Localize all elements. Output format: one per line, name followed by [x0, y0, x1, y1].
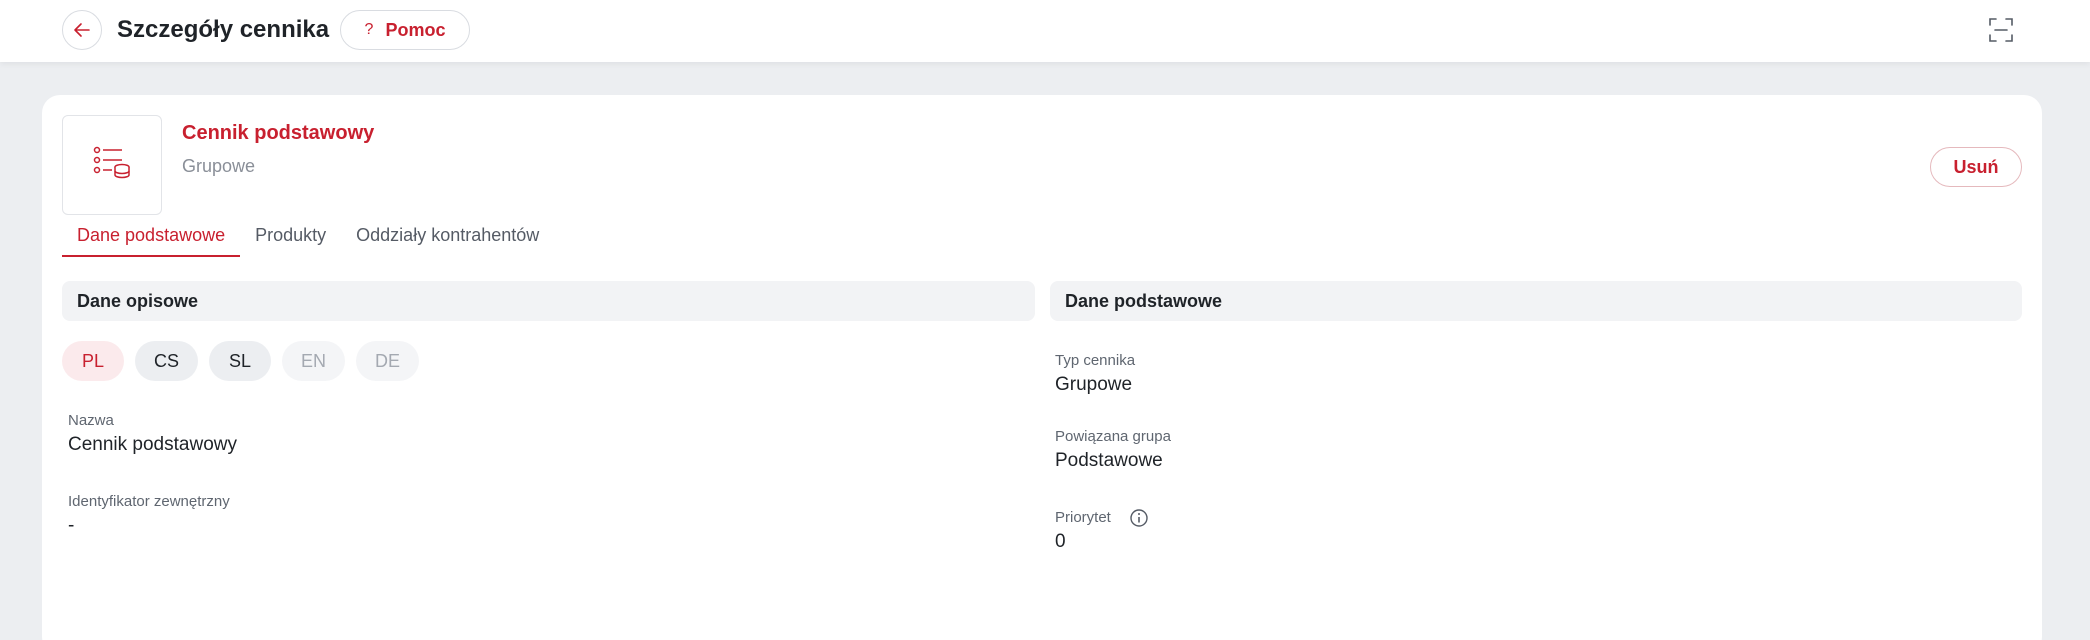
linked-group-value: Podstawowe [1055, 450, 1163, 471]
lang-de[interactable]: DE [356, 341, 419, 381]
pricelist-type-label: Typ cennika [1055, 352, 1136, 369]
priority-value: 0 [1055, 531, 1066, 552]
linked-group-label: Powiązana grupa [1055, 428, 1171, 445]
tabs: Dane podstawowe Produkty Oddziały kontra… [62, 223, 554, 257]
name-value: Cennik podstawowy [68, 434, 237, 455]
language-switcher: PL CS SL EN DE [62, 341, 419, 381]
lang-sl[interactable]: SL [209, 341, 271, 381]
tab-branches[interactable]: Oddziały kontrahentów [341, 223, 554, 257]
fullscreen-button[interactable] [1986, 15, 2016, 45]
lang-cs[interactable]: CS [135, 341, 198, 381]
descriptive-data-header: Dane opisowe [62, 281, 1035, 321]
help-button[interactable]: ? Pomoc [340, 10, 470, 50]
fullscreen-icon [1989, 18, 2013, 42]
pricelist-type: Grupowe [182, 156, 256, 176]
arrow-left-icon [74, 23, 90, 37]
top-bar: Szczegóły cennika ? Pomoc [0, 0, 2090, 62]
pricelist-logo [62, 115, 162, 215]
page-title: Szczegóły cennika [117, 16, 330, 43]
help-label: Pomoc [385, 19, 446, 40]
basic-data-header: Dane podstawowe [1050, 281, 2022, 321]
external-id-label: Identyfikator zewnętrzny [68, 493, 230, 510]
name-label: Nazwa [68, 412, 114, 429]
info-icon[interactable] [1129, 508, 1149, 528]
tab-basic-data[interactable]: Dane podstawowe [62, 223, 241, 257]
back-button[interactable] [62, 10, 102, 50]
delete-button[interactable]: Usuń [1930, 147, 2022, 187]
lang-pl[interactable]: PL [62, 341, 124, 381]
pricelist-icon [93, 146, 130, 179]
tab-products[interactable]: Produkty [240, 223, 341, 257]
external-id-value: - [68, 515, 75, 536]
lang-en[interactable]: EN [282, 341, 345, 381]
question-icon: ? [364, 21, 374, 38]
priority-label: Priorytet [1055, 509, 1111, 526]
pricelist-card: Cennik podstawowy Grupowe Usuń Dane pods… [42, 95, 2042, 640]
pricelist-type-value: Grupowe [1055, 374, 1133, 395]
pricelist-name: Cennik podstawowy [182, 122, 375, 144]
